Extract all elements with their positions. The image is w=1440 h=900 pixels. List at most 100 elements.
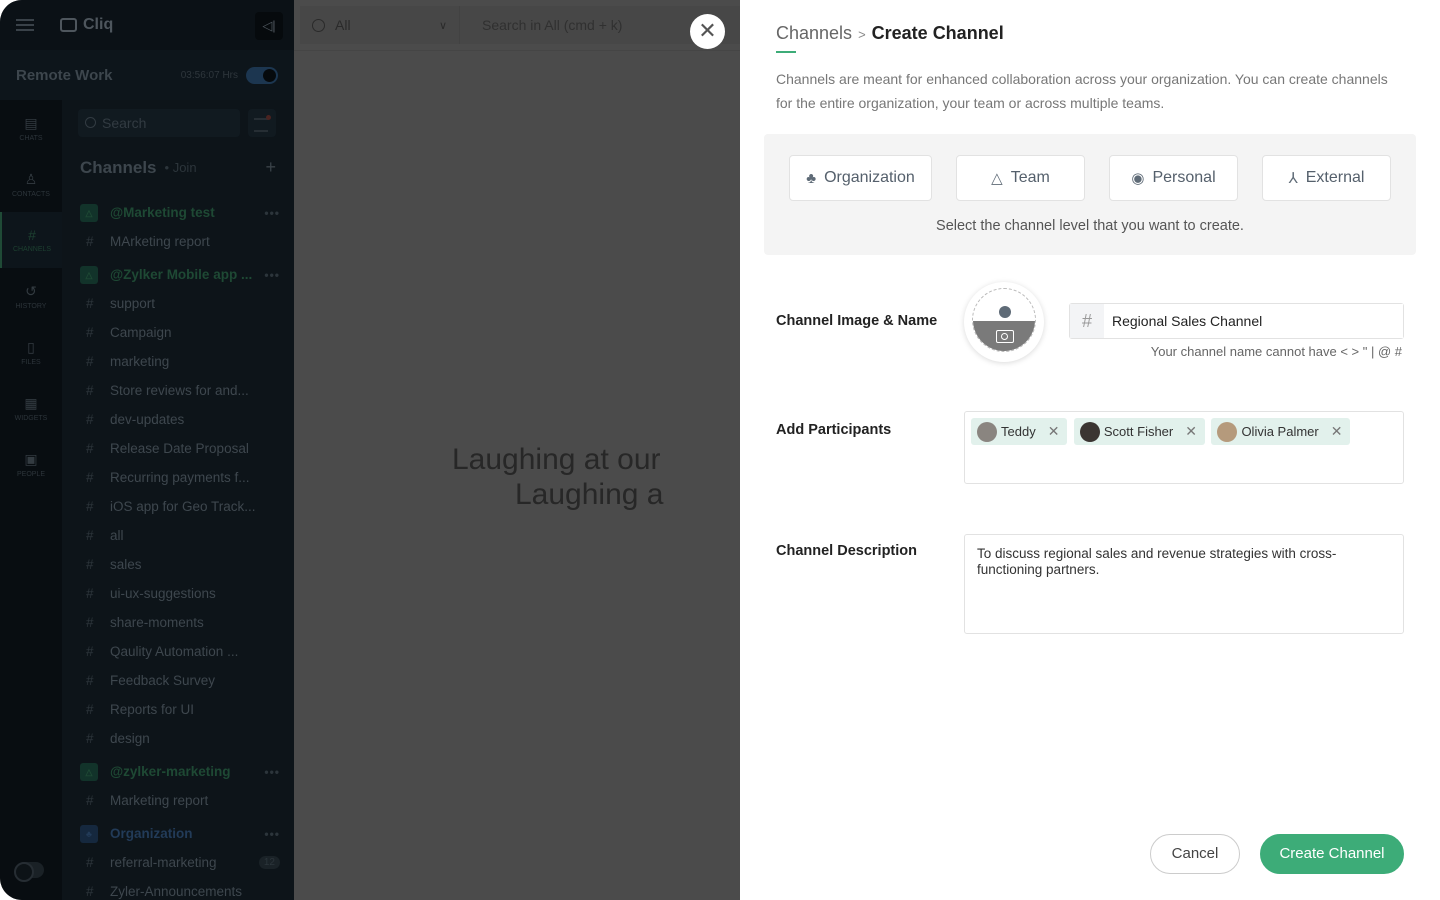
hash-icon: # — [86, 673, 94, 688]
page-title: Create Channel — [871, 23, 1004, 43]
breadcrumb: Channels > Create Channel — [776, 23, 1004, 44]
channel-item[interactable]: # MArketing report — [80, 227, 280, 256]
channel-item[interactable]: # iOS app for Geo Track... — [80, 492, 280, 521]
level-external-button[interactable]: ⅄ External — [1262, 155, 1391, 201]
channel-group[interactable]: ♣ Organization ••• — [80, 819, 280, 848]
channel-group[interactable]: △ @Zylker Mobile app ... ••• — [80, 260, 280, 289]
theme-toggle[interactable] — [14, 862, 44, 882]
channel-item[interactable]: # share-moments — [80, 608, 280, 637]
filter-icon[interactable] — [248, 109, 276, 137]
add-channel-icon[interactable]: + — [265, 157, 276, 178]
remove-icon[interactable]: ✕ — [1185, 423, 1197, 440]
hash-icon: # — [86, 702, 94, 717]
remove-icon[interactable]: ✕ — [1331, 423, 1343, 440]
hash-icon: # — [86, 644, 94, 659]
channel-name: dev-updates — [110, 412, 185, 427]
level-label: Team — [1010, 169, 1050, 186]
level-label: Organization — [824, 169, 915, 186]
channel-group[interactable]: △ @zylker-marketing ••• — [80, 757, 280, 786]
channel-item[interactable]: # sales — [80, 550, 280, 579]
participant-chip: Scott Fisher ✕ — [1073, 418, 1205, 445]
channel-item[interactable]: # Qaulity Automation ... — [80, 637, 280, 666]
rail-item-contacts[interactable]: ♙ CONTACTS — [0, 156, 62, 212]
cancel-button[interactable]: Cancel — [1150, 834, 1240, 874]
chat-icon: ▤ — [24, 114, 38, 131]
participant-name: Olivia Palmer — [1241, 424, 1319, 439]
channel-name-input[interactable] — [1104, 304, 1403, 338]
channel-name: iOS app for Geo Track... — [110, 499, 256, 514]
more-icon[interactable]: ••• — [264, 827, 280, 841]
hash-icon: # — [86, 383, 94, 398]
channel-item[interactable]: # Reports for UI — [80, 695, 280, 724]
rail-item-chats[interactable]: ▤ CHATS — [0, 100, 62, 156]
camera-icon — [996, 330, 1014, 343]
rail-label: CHANNELS — [12, 246, 52, 253]
channel-name: support — [110, 296, 156, 311]
join-link[interactable]: • Join — [165, 160, 266, 175]
channel-item[interactable]: # ui-ux-suggestions — [80, 579, 280, 608]
rail-item-people[interactable]: ▣ PEOPLE — [0, 436, 62, 492]
channel-item[interactable]: # Store reviews for and... — [80, 376, 280, 405]
rail-item-history[interactable]: ↺ HISTORY — [0, 268, 62, 324]
channel-item[interactable]: # support — [80, 289, 280, 318]
channel-item[interactable]: # Recurring payments f... — [80, 463, 280, 492]
more-icon[interactable]: ••• — [264, 268, 280, 282]
participants-input[interactable]: Teddy ✕ Scott Fisher ✕ Olivia Palmer ✕ — [964, 411, 1404, 484]
close-modal-button[interactable]: ✕ — [690, 14, 725, 49]
rail-item-channels[interactable]: # CHANNELS — [0, 212, 62, 268]
org-icon: ♣ — [806, 169, 817, 187]
team-icon: △ — [80, 265, 98, 284]
speaker-icon[interactable]: ◁| — [255, 12, 283, 40]
breadcrumb-channels[interactable]: Channels — [776, 23, 852, 43]
channel-image-upload[interactable] — [964, 282, 1044, 362]
channel-name: Recurring payments f... — [110, 470, 250, 485]
check-in-toggle[interactable] — [246, 66, 278, 84]
rail-label: CONTACTS — [12, 190, 50, 198]
more-icon[interactable]: ••• — [264, 765, 280, 779]
hash-icon: # — [86, 354, 94, 369]
hash-icon: # — [86, 499, 94, 514]
rail-item-widgets[interactable]: ▦ WIDGETS — [0, 380, 62, 436]
channel-item[interactable]: # Feedback Survey — [80, 666, 280, 695]
image-name-label: Channel Image & Name — [776, 313, 938, 329]
channel-name: @Zylker Mobile app ... — [110, 267, 253, 282]
channel-item[interactable]: # Campaign — [80, 318, 280, 347]
channel-item[interactable]: # Marketing report — [80, 786, 280, 815]
menu-icon[interactable] — [16, 19, 34, 31]
channel-item[interactable]: # design — [80, 724, 280, 753]
channel-name: Qaulity Automation ... — [110, 644, 239, 659]
channel-group[interactable]: △ @Marketing test ••• — [80, 198, 280, 227]
channel-item[interactable]: # dev-updates — [80, 405, 280, 434]
rail-label: CHATS — [19, 134, 43, 142]
channel-name: all — [110, 528, 124, 543]
channel-name: ui-ux-suggestions — [110, 586, 216, 601]
channel-item[interactable]: # marketing — [80, 347, 280, 376]
top-bar: Cliq ◁| — [0, 0, 294, 50]
more-icon[interactable]: ••• — [264, 206, 280, 220]
avatar — [977, 421, 997, 442]
channel-name-hint: Your channel name cannot have < > " | @ … — [1150, 344, 1402, 359]
create-channel-button[interactable]: Create Channel — [1260, 834, 1404, 874]
channel-item[interactable]: # Release Date Proposal — [80, 434, 280, 463]
hash-icon: # — [86, 586, 94, 601]
channel-name: Feedback Survey — [110, 673, 216, 688]
sidebar-search[interactable]: Search — [78, 109, 240, 137]
rail-item-files[interactable]: ▯ FILES — [0, 324, 62, 380]
level-hint: Select the channel level that you want t… — [936, 218, 1244, 234]
people-icon: ▣ — [24, 450, 38, 467]
level-organization-button[interactable]: ♣ Organization — [789, 155, 932, 201]
workspace-name: Remote Work — [16, 66, 113, 84]
channel-name: Zyler-Announcements — [110, 884, 243, 899]
channel-name: @zylker-marketing — [110, 764, 231, 779]
channel-description-input[interactable]: To discuss regional sales and revenue st… — [964, 534, 1404, 634]
hash-icon: # — [86, 615, 94, 630]
level-personal-button[interactable]: ◉ Personal — [1109, 155, 1238, 201]
workspace-bar: Remote Work 03:56:07 Hrs — [0, 50, 294, 100]
level-team-button[interactable]: △ Team — [956, 155, 1085, 201]
channel-item[interactable]: # all — [80, 521, 280, 550]
nav-rail: ▤ CHATS ♙ CONTACTS # CHANNELS ↺ HISTORY ▯ FILES ▦ W… — [0, 100, 62, 900]
remove-icon[interactable]: ✕ — [1048, 423, 1060, 440]
hash-icon: # — [86, 412, 94, 427]
channel-item[interactable]: # Zyler-Announcements — [80, 877, 280, 900]
channel-item[interactable]: # referral-marketing 12 — [80, 848, 280, 877]
